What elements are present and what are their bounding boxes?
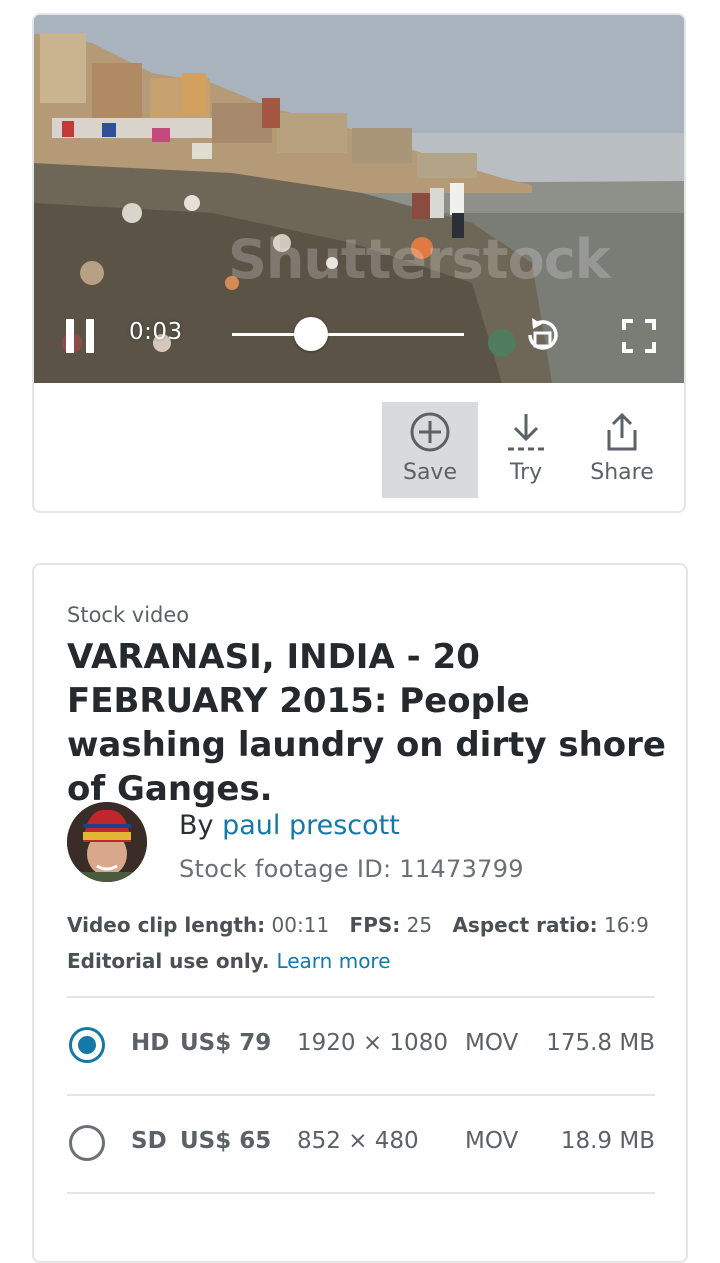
share-label: Share (590, 460, 654, 485)
option-price: US$ 79 (180, 1030, 272, 1056)
replay-button[interactable] (522, 315, 562, 355)
video-player[interactable]: Shutterstock 0:03 (34, 15, 684, 383)
clip-metadata: Video clip length: 00:11 FPS: 25 Aspect … (67, 913, 649, 937)
learn-more-link[interactable]: Learn more (276, 949, 390, 973)
pause-icon (66, 319, 74, 353)
option-quality: HD (131, 1030, 170, 1056)
share-button[interactable]: Share (574, 402, 670, 498)
by-prefix: By (179, 810, 223, 841)
details-card: Stock video VARANASI, INDIA - 20 FEBRUAR… (32, 563, 688, 1263)
editorial-text: Editorial use only. (67, 949, 270, 973)
save-label: Save (402, 460, 457, 485)
author-avatar[interactable] (67, 802, 147, 882)
radio-hd[interactable] (69, 1027, 105, 1063)
playback-timecode: 0:03 (129, 319, 183, 345)
option-format: MOV (465, 1030, 519, 1056)
asset-type-label: Stock video (67, 603, 190, 627)
option-size: 175.8 MB (546, 1030, 655, 1056)
clip-title: VARANASI, INDIA - 20 FEBRUARY 2015: Peop… (67, 637, 666, 809)
pause-button[interactable] (66, 319, 96, 353)
fullscreen-button[interactable] (622, 319, 656, 353)
try-label: Try (509, 460, 543, 485)
option-price: US$ 65 (180, 1128, 272, 1154)
option-resolution: 852 × 480 (297, 1128, 419, 1154)
try-button[interactable]: Try (478, 402, 574, 498)
fps-label: FPS: (349, 913, 401, 937)
fullscreen-icon (622, 319, 656, 353)
option-resolution: 1920 × 1080 (297, 1030, 448, 1056)
replay-icon (528, 318, 558, 350)
author-link[interactable]: paul prescott (222, 810, 400, 841)
download-icon (508, 414, 544, 451)
editorial-notice: Editorial use only. Learn more (67, 949, 391, 973)
video-actions: Save Try Share (34, 383, 684, 511)
fps-value: 25 (406, 913, 433, 937)
aspect-label: Aspect ratio: (452, 913, 598, 937)
divider (67, 1192, 655, 1194)
player-controls: 0:03 (34, 15, 684, 383)
video-card: Shutterstock 0:03 Save Try Share (32, 13, 686, 513)
option-row-sd[interactable]: SD US$ 65 852 × 480 MOV 18.9 MB (67, 1096, 655, 1192)
radio-sd[interactable] (69, 1125, 105, 1161)
scrub-handle[interactable] (293, 317, 328, 351)
avatar-image (67, 802, 147, 882)
option-format: MOV (465, 1128, 519, 1154)
aspect-value: 16:9 (603, 913, 649, 937)
length-label: Video clip length: (67, 913, 266, 937)
author-line: By paul prescott (179, 810, 400, 841)
length-value: 00:11 (271, 913, 330, 937)
share-icon (607, 412, 637, 451)
option-row-hd[interactable]: HD US$ 79 1920 × 1080 MOV 175.8 MB (67, 998, 655, 1094)
save-button[interactable]: Save (382, 402, 478, 498)
option-quality: SD (131, 1128, 167, 1154)
plus-circle-icon (410, 412, 450, 452)
scrub-bar[interactable] (232, 333, 464, 336)
option-size: 18.9 MB (560, 1128, 655, 1154)
stock-footage-id: Stock footage ID: 11473799 (179, 855, 524, 883)
